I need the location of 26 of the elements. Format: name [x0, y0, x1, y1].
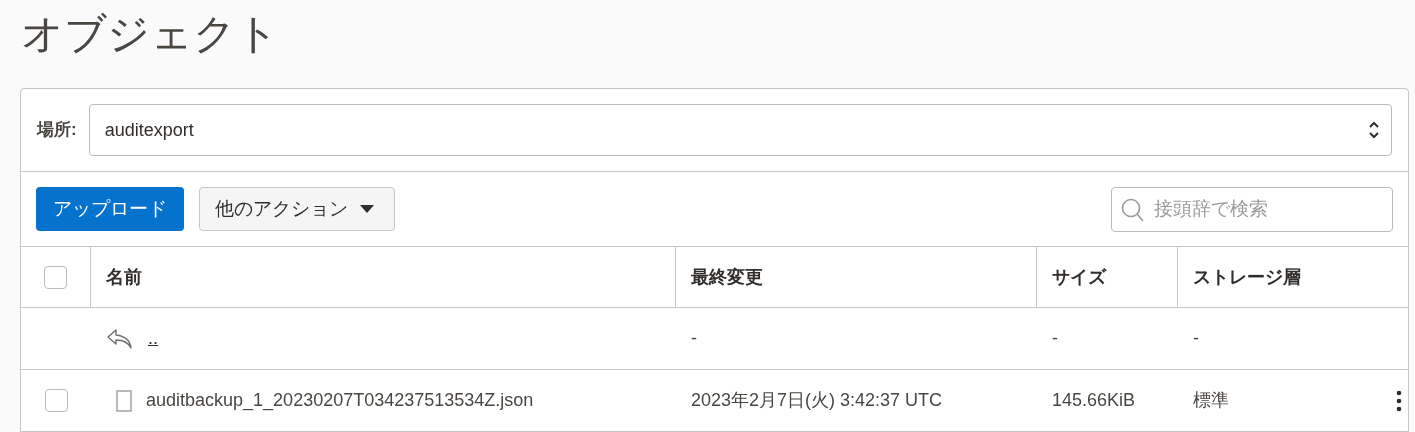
page-title: オブジェクト	[21, 9, 279, 59]
column-header[interactable]: ストレージ層	[1193, 263, 1301, 291]
storage-tier-cell: 標準	[1193, 390, 1229, 410]
sort-arrows-icon	[1367, 119, 1381, 141]
file-name: auditbackup_1_20230207T034237513534Z.json	[146, 389, 534, 413]
storage-tier-cell: -	[1193, 328, 1199, 348]
checkbox[interactable]	[44, 389, 68, 412]
parent-folder-link[interactable]: ..	[148, 325, 158, 352]
upload-button[interactable]: アップロード	[36, 187, 184, 231]
column-header[interactable]: サイズ	[1052, 263, 1106, 291]
caret-icon	[360, 205, 374, 213]
location-select[interactable]: auditexport	[88, 104, 1392, 156]
search-field[interactable]: 接頭辞で検索	[1111, 186, 1393, 232]
modified-cell: 2023年2月7日(火) 3:42:37 UTC	[691, 390, 943, 410]
size-cell: 145.66KiB	[1052, 390, 1136, 410]
column-header[interactable]: 名前	[106, 263, 142, 291]
checkbox[interactable]	[44, 265, 67, 289]
search-icon	[1121, 196, 1145, 223]
size-cell: -	[1052, 328, 1058, 348]
back-arrow-icon	[106, 327, 134, 350]
more-options-icon[interactable]	[1396, 389, 1402, 412]
location-label: 場所:	[37, 119, 77, 142]
column-header[interactable]: 最終変更	[691, 263, 763, 291]
file-icon	[116, 389, 132, 412]
more-actions-button[interactable]: 他のアクション	[199, 187, 395, 231]
modified-cell: -	[691, 328, 697, 348]
